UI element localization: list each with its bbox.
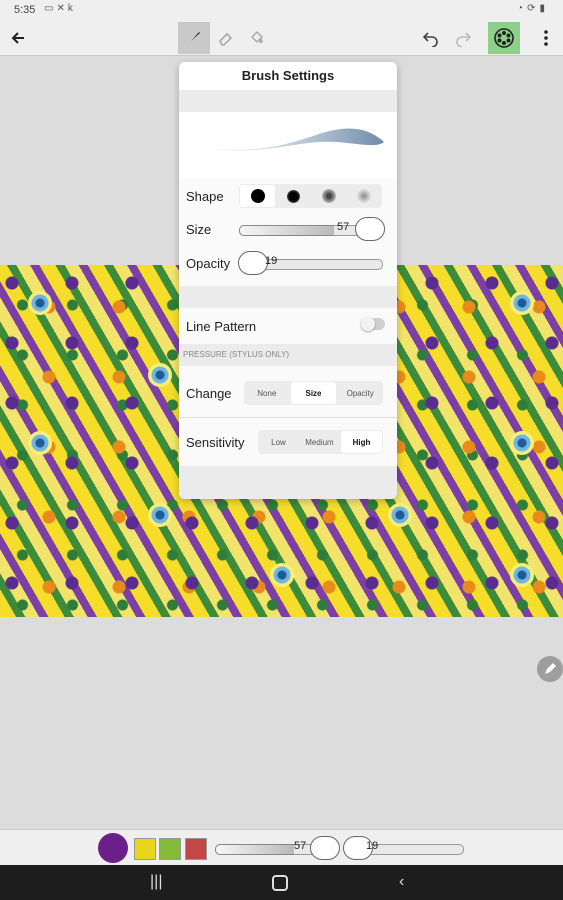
shape-soft-option[interactable] xyxy=(312,184,347,208)
divider xyxy=(179,417,397,418)
soft-dot-icon xyxy=(322,189,337,203)
panel-footer xyxy=(179,466,397,499)
quick-size-fill xyxy=(215,844,294,855)
size-slider-knob[interactable] xyxy=(355,217,385,241)
pressure-header: PRESSURE (STYLUS ONLY) xyxy=(183,350,290,359)
change-size-option[interactable]: Size xyxy=(290,382,337,404)
sensitivity-label: Sensitivity xyxy=(186,435,245,450)
eraser-tool-button[interactable] xyxy=(210,22,242,54)
wifi-icon: ◔ xyxy=(517,3,528,14)
recents-icon: ||| xyxy=(150,873,163,890)
quick-size-knob[interactable] xyxy=(310,836,340,860)
home-button[interactable] xyxy=(272,873,288,891)
k-icon: k xyxy=(67,3,76,14)
sensitivity-medium-option[interactable]: Medium xyxy=(299,430,340,454)
change-label: Change xyxy=(186,386,232,401)
brush-icon xyxy=(188,32,200,44)
panel-title: Brush Settings xyxy=(179,62,397,90)
fill-tool-button[interactable] xyxy=(240,22,272,54)
shape-medium-option[interactable] xyxy=(276,184,311,208)
status-left-icons: ▭✕k xyxy=(44,3,76,14)
sensitivity-low-option[interactable]: Low xyxy=(258,430,299,454)
recents-button[interactable]: ||| xyxy=(150,873,162,891)
hard-dot-icon xyxy=(250,189,265,203)
opacity-slider[interactable]: 19 xyxy=(238,251,383,275)
kaleidoscope-icon xyxy=(494,28,514,48)
shape-label: Shape xyxy=(186,189,224,204)
sensitivity-selector: Low Medium High xyxy=(258,430,383,454)
top-toolbar xyxy=(0,20,563,56)
opacity-slider-knob[interactable] xyxy=(238,251,268,275)
kaleidoscope-button[interactable] xyxy=(488,22,520,54)
change-selector: None Size Opacity xyxy=(244,381,383,405)
change-opacity-option[interactable]: Opacity xyxy=(337,381,383,405)
battery-icon: ▮ xyxy=(539,3,549,14)
sync-icon: ⟳ xyxy=(527,3,540,14)
size-slider-fill xyxy=(239,225,334,236)
back-button[interactable] xyxy=(2,22,34,54)
status-bar: 5:35 ▭✕k ◔⟳▮ xyxy=(0,0,563,20)
undo-icon xyxy=(422,32,438,47)
more-options-button[interactable] xyxy=(530,22,562,54)
brush-tool-button[interactable] xyxy=(178,22,210,54)
quick-opacity-slider[interactable]: 19 xyxy=(343,836,464,860)
quick-size-value: 57 xyxy=(294,840,307,852)
current-color-swatch[interactable] xyxy=(98,833,128,863)
redo-icon xyxy=(456,32,472,47)
pattern-motif xyxy=(148,363,172,387)
quick-size-slider[interactable]: 57 xyxy=(215,836,340,860)
bucket-icon xyxy=(250,30,264,44)
redo-button[interactable] xyxy=(447,22,479,54)
size-slider[interactable]: 57 xyxy=(239,217,385,241)
color-swatch-green[interactable] xyxy=(159,838,181,860)
pattern-motif xyxy=(28,291,52,315)
home-icon xyxy=(272,875,288,891)
image-icon: ▭ xyxy=(44,3,57,14)
bottom-quick-bar: 57 19 xyxy=(0,829,563,866)
pattern-motif xyxy=(148,503,172,527)
shape-softest-option[interactable] xyxy=(347,184,382,208)
change-none-option[interactable]: None xyxy=(244,381,290,405)
pattern-motif xyxy=(510,291,534,315)
eraser-icon xyxy=(219,32,233,46)
status-right-icons: ◔⟳▮ xyxy=(517,3,549,14)
brush-settings-panel: Brush Settings Shape Size 57 Opacity 19 … xyxy=(179,62,397,499)
divider xyxy=(179,286,397,308)
arrow-left-icon xyxy=(11,32,24,44)
divider xyxy=(179,90,397,112)
pattern-motif xyxy=(388,503,412,527)
status-time: 5:35 xyxy=(14,4,36,16)
back-nav-button[interactable]: ‹ xyxy=(399,873,404,891)
shape-hard-option[interactable] xyxy=(240,185,276,207)
back-icon: ‹ xyxy=(399,873,405,890)
tools-icon: ✕ xyxy=(56,3,68,14)
opacity-label: Opacity xyxy=(186,256,231,271)
color-swatch-yellow[interactable] xyxy=(134,838,156,860)
pattern-motif xyxy=(510,431,534,455)
edit-fab-button[interactable] xyxy=(537,656,563,682)
stroke-preview xyxy=(179,112,397,178)
softest-dot-icon xyxy=(357,189,372,203)
pattern-motif xyxy=(510,563,534,587)
toggle-thumb xyxy=(361,317,375,331)
sensitivity-high-option[interactable]: High xyxy=(341,431,382,453)
shape-selector xyxy=(239,184,382,208)
medium-dot-icon xyxy=(287,189,301,203)
color-swatch-red[interactable] xyxy=(185,838,207,860)
system-nav-bar: ||| ‹ xyxy=(0,865,563,900)
size-value: 57 xyxy=(337,221,350,233)
opacity-value: 19 xyxy=(265,255,278,267)
pressure-header-bar: PRESSURE (STYLUS ONLY) xyxy=(179,344,397,366)
pattern-motif xyxy=(270,563,294,587)
pattern-motif xyxy=(28,431,52,455)
pencil-icon xyxy=(545,663,556,674)
line-pattern-toggle[interactable] xyxy=(361,317,385,331)
more-vert-icon xyxy=(544,30,548,46)
size-label: Size xyxy=(186,222,212,237)
quick-opacity-value: 19 xyxy=(366,840,379,852)
undo-button[interactable] xyxy=(415,22,447,54)
line-pattern-label: Line Pattern xyxy=(186,319,257,334)
